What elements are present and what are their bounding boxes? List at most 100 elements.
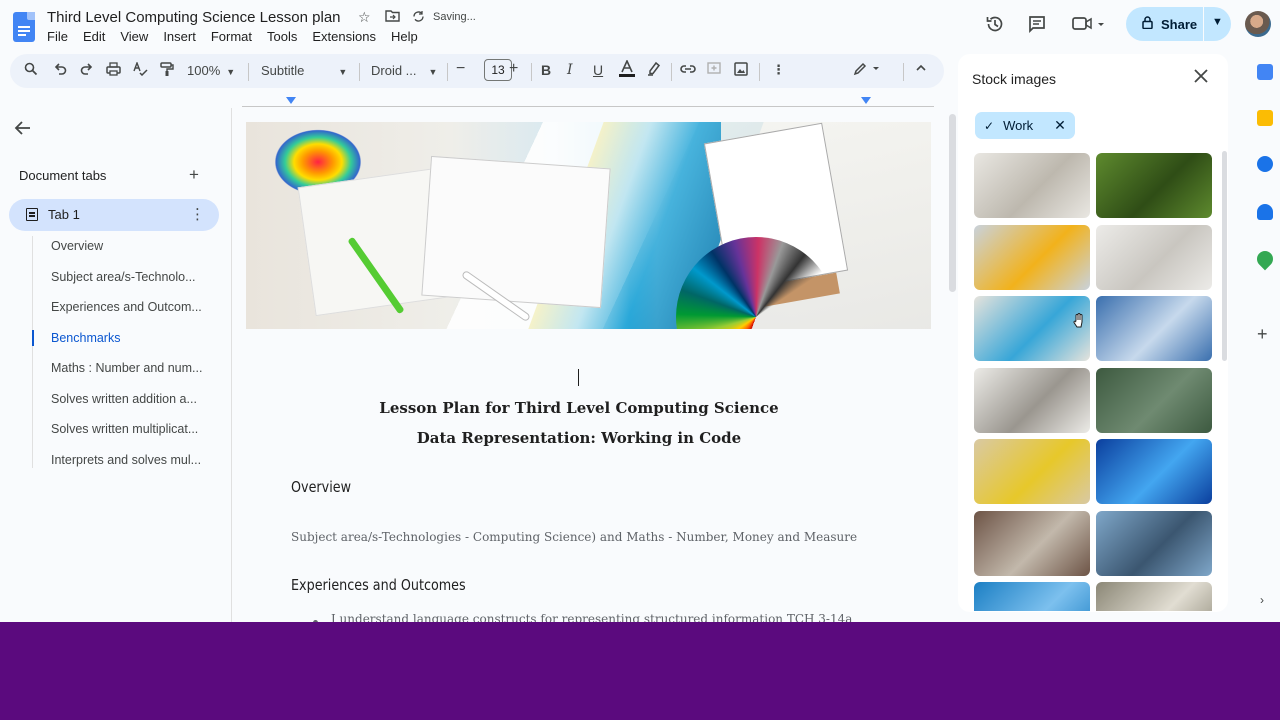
avatar[interactable] bbox=[1245, 11, 1271, 37]
close-icon[interactable] bbox=[1194, 67, 1208, 88]
expand-panel-chevron-icon[interactable]: › bbox=[1260, 593, 1264, 607]
stock-images-panel: Stock images ✓ Work ✕ bbox=[958, 54, 1228, 612]
italic-icon[interactable]: I bbox=[567, 62, 573, 78]
stock-image-circuit-board[interactable] bbox=[1096, 439, 1212, 504]
add-addon-icon[interactable]: + bbox=[1257, 324, 1268, 345]
increase-font-size-icon[interactable]: + bbox=[509, 60, 518, 78]
font-select[interactable]: Droid ... ▼ bbox=[371, 63, 437, 78]
menu-extensions[interactable]: Extensions bbox=[312, 29, 376, 44]
outline-item-addition[interactable]: Solves written addition a... bbox=[32, 389, 217, 420]
move-folder-icon[interactable] bbox=[385, 9, 400, 25]
history-icon[interactable] bbox=[985, 14, 1005, 39]
left-indent-marker[interactable] bbox=[286, 97, 296, 104]
tab-1[interactable]: Tab 1 ⋮ bbox=[9, 199, 219, 231]
search-menus-icon[interactable] bbox=[24, 62, 38, 79]
save-status: Saving... bbox=[433, 11, 476, 23]
stock-image-classroom[interactable] bbox=[1096, 510, 1212, 576]
paint-format-icon[interactable] bbox=[160, 62, 174, 80]
stock-image-green-field[interactable] bbox=[1096, 153, 1212, 218]
decrease-font-size-icon[interactable]: − bbox=[456, 60, 465, 78]
spellcheck-icon[interactable] bbox=[133, 61, 148, 79]
experiences-heading[interactable]: Experiences and Outcomes bbox=[291, 576, 466, 594]
stock-image-robot-arm[interactable] bbox=[974, 224, 1090, 290]
menu-help[interactable]: Help bbox=[391, 29, 418, 44]
outline-item-subject-area[interactable]: Subject area/s-Technolo... bbox=[32, 267, 217, 298]
menu-insert[interactable]: Insert bbox=[163, 29, 196, 44]
undo-icon[interactable] bbox=[53, 62, 67, 79]
document-title[interactable]: Third Level Computing Science Lesson pla… bbox=[47, 9, 341, 26]
menu-format[interactable]: Format bbox=[211, 29, 252, 44]
outline-item-multiplication[interactable]: Solves written multiplicat... bbox=[32, 419, 217, 450]
editing-mode-icon[interactable] bbox=[853, 62, 881, 79]
more-options-icon[interactable]: ⋮ bbox=[772, 62, 785, 78]
lesson-title[interactable]: Lesson Plan for Third Level Computing Sc… bbox=[233, 399, 925, 417]
add-comment-icon[interactable] bbox=[707, 62, 721, 79]
menu-edit[interactable]: Edit bbox=[83, 29, 105, 44]
link-icon[interactable] bbox=[680, 62, 696, 79]
stock-image-yellow-train[interactable] bbox=[974, 439, 1090, 504]
stock-image-chalkboard[interactable] bbox=[1096, 367, 1212, 433]
toolbar: 100% ▼ Subtitle ▼ Droid ... ▼ − 13 + B I U … bbox=[10, 54, 944, 88]
stock-image-office-interior[interactable] bbox=[1096, 582, 1212, 611]
text-color-icon[interactable] bbox=[619, 59, 635, 81]
menu-tools[interactable]: Tools bbox=[267, 29, 297, 44]
stock-image-city-skyline[interactable] bbox=[1096, 296, 1212, 361]
insert-image-icon[interactable] bbox=[734, 62, 748, 79]
stock-image-building-facade[interactable] bbox=[974, 153, 1090, 218]
highlight-icon[interactable] bbox=[647, 61, 662, 79]
overview-heading[interactable]: Overview bbox=[291, 478, 351, 496]
document-tab-icon bbox=[26, 208, 38, 221]
outline-item-benchmarks[interactable]: Benchmarks bbox=[32, 328, 217, 359]
tab-options-icon[interactable]: ⋮ bbox=[190, 205, 205, 223]
outline-item-interprets[interactable]: Interprets and solves mul... bbox=[32, 450, 217, 481]
right-indent-marker[interactable] bbox=[861, 97, 871, 104]
stock-image-workshop[interactable] bbox=[974, 510, 1090, 576]
stock-image-sketch-desk[interactable] bbox=[1096, 224, 1212, 290]
filter-chip-work[interactable]: ✓ Work ✕ bbox=[975, 112, 1075, 139]
comment-icon[interactable] bbox=[1027, 14, 1047, 39]
hide-menus-chevron-icon[interactable] bbox=[915, 62, 927, 77]
outline-item-experiences[interactable]: Experiences and Outcom... bbox=[32, 297, 217, 328]
font-size-input[interactable]: 13 bbox=[484, 59, 512, 81]
menu-view[interactable]: View bbox=[120, 29, 148, 44]
outline-item-overview[interactable]: Overview bbox=[32, 236, 217, 267]
chevron-down-icon: ▼ bbox=[226, 67, 236, 77]
side-rail: + › bbox=[1250, 52, 1280, 622]
overview-paragraph[interactable]: Subject area/s-Technologies - Computing … bbox=[291, 530, 857, 544]
star-icon[interactable]: ☆ bbox=[358, 9, 371, 26]
header-image[interactable] bbox=[246, 122, 931, 329]
bullet-item[interactable]: I understand language constructs for rep… bbox=[331, 612, 852, 622]
video-call-icon[interactable] bbox=[1072, 14, 1104, 39]
lesson-subtitle[interactable]: Data Representation: Working in Code bbox=[233, 429, 925, 447]
menu-file[interactable]: File bbox=[47, 29, 68, 44]
document-tabs-panel: Document tabs + Tab 1 ⋮ Overview Subject… bbox=[0, 108, 232, 622]
zoom-select[interactable]: 100% ▼ bbox=[187, 63, 235, 78]
underline-icon[interactable]: U bbox=[593, 62, 603, 78]
remove-filter-icon[interactable]: ✕ bbox=[1054, 117, 1066, 134]
docs-logo-icon[interactable] bbox=[13, 12, 35, 42]
style-select[interactable]: Subtitle ▼ bbox=[261, 63, 347, 78]
menu-bar: File Edit View Insert Format Tools Exten… bbox=[47, 29, 433, 44]
document-scrollbar[interactable] bbox=[949, 114, 956, 292]
maps-icon[interactable] bbox=[1253, 247, 1277, 271]
chevron-down-icon: ▼ bbox=[338, 67, 348, 77]
document-tabs-heading: Document tabs bbox=[19, 168, 107, 183]
stock-image-columns[interactable] bbox=[974, 367, 1090, 433]
panel-scrollbar[interactable] bbox=[1222, 151, 1227, 361]
share-button[interactable]: Share ▼ bbox=[1126, 7, 1231, 41]
filter-chip-label: Work bbox=[1003, 118, 1034, 133]
back-arrow-icon[interactable] bbox=[14, 120, 32, 141]
stock-images-grid bbox=[974, 153, 1214, 611]
contacts-icon[interactable] bbox=[1257, 204, 1273, 220]
share-dropdown-icon[interactable]: ▼ bbox=[1212, 16, 1223, 28]
bold-icon[interactable]: B bbox=[541, 62, 551, 78]
keep-icon[interactable] bbox=[1257, 110, 1273, 126]
tasks-icon[interactable] bbox=[1257, 156, 1273, 172]
stock-image-blue-glass[interactable] bbox=[974, 582, 1090, 611]
document-canvas[interactable]: Lesson Plan for Third Level Computing Sc… bbox=[233, 108, 945, 622]
print-icon[interactable] bbox=[106, 62, 121, 79]
redo-icon[interactable] bbox=[80, 62, 94, 79]
add-tab-icon[interactable]: + bbox=[189, 165, 199, 185]
outline-item-maths[interactable]: Maths : Number and num... bbox=[32, 358, 217, 389]
calendar-icon[interactable] bbox=[1257, 64, 1273, 80]
